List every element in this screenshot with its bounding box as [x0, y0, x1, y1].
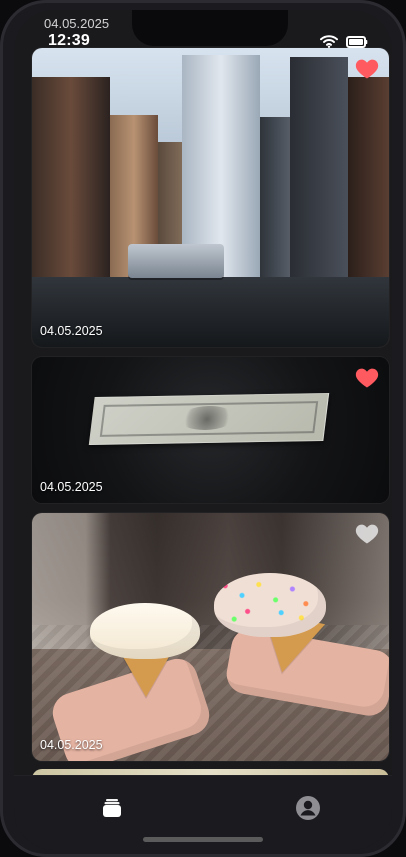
tab-feed[interactable] [88, 790, 136, 830]
bill-eagle [177, 405, 237, 431]
sprinkle-scoop [214, 573, 326, 637]
top-ghost-date: 04.05.2025 [44, 16, 110, 31]
home-indicator [143, 837, 263, 842]
photo-date: 04.05.2025 [40, 480, 103, 494]
tab-profile[interactable] [284, 790, 332, 830]
photo-date: 04.05.2025 [40, 738, 103, 752]
favorite-heart-icon[interactable] [355, 58, 379, 80]
notch [132, 10, 288, 46]
photo-card[interactable]: 04.05.2025 [32, 48, 389, 347]
photo-feed[interactable]: 04.05.2025 04.05.2025 04.05.2025 [14, 10, 392, 790]
photo-card[interactable]: 04.05.2025 [32, 513, 389, 761]
vanilla-scoop [90, 603, 200, 659]
train [128, 244, 224, 278]
status-icons [320, 34, 368, 53]
screen: 04.05.2025 12:39 04.05.2025 04.05.2025 0… [14, 10, 392, 850]
wifi-icon [320, 34, 338, 53]
dollar-bill [88, 392, 330, 446]
bottom-tab-bar [14, 775, 392, 850]
favorite-heart-icon[interactable] [355, 367, 379, 389]
stack-icon [100, 796, 124, 825]
profile-icon [295, 795, 321, 826]
battery-icon [346, 35, 368, 53]
status-time: 12:39 [48, 32, 90, 49]
device-frame: 04.05.2025 12:39 04.05.2025 04.05.2025 0… [0, 0, 406, 857]
photo-date: 04.05.2025 [40, 324, 103, 338]
photo-card[interactable]: 04.05.2025 [32, 357, 389, 503]
favorite-heart-icon[interactable] [355, 523, 379, 545]
